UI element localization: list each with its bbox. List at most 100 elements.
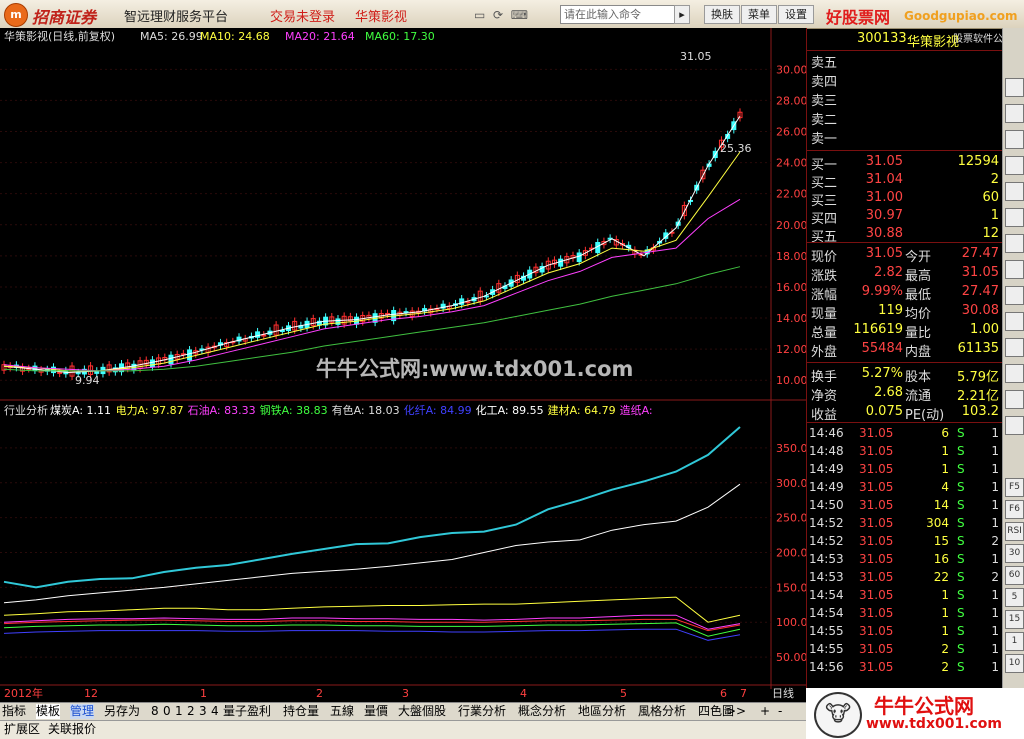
toolbar-icon[interactable] (1005, 208, 1024, 227)
tick-side: S (957, 534, 965, 548)
refresh-icon[interactable]: ⟳ (493, 8, 503, 22)
toolbar-icon[interactable] (1005, 104, 1024, 123)
toolbar-icon[interactable] (1005, 130, 1024, 149)
tick-time: 14:48 (809, 444, 844, 458)
stat-label: 最高 (905, 269, 932, 284)
brand-logo: 好股票网 (826, 8, 891, 27)
buy-row: 买四 30.97 1 (807, 208, 1003, 227)
bottom-tab[interactable]: 風格分析 (638, 704, 686, 719)
toolbar-button[interactable]: 15 (1005, 610, 1024, 629)
toolbar-button[interactable]: 60 (1005, 566, 1024, 585)
tick-side: S (957, 498, 965, 512)
bottom-tab[interactable]: 概念分析 (518, 704, 566, 719)
bottom-tab[interactable]: 持仓量 (283, 704, 319, 719)
bottom-tab[interactable]: 模板 (36, 704, 61, 719)
stat-value: 1.00 (970, 322, 999, 337)
toolbar-button[interactable]: 10 (1005, 654, 1024, 673)
stat-label: PE(动) (905, 408, 945, 423)
toolbar-icon[interactable] (1005, 260, 1024, 279)
stat-label: 最低 (905, 288, 932, 303)
bottom-tab[interactable]: 地區分析 (578, 704, 626, 719)
zoom-out-button[interactable]: - (778, 704, 782, 719)
buy-row: 买二 31.04 2 (807, 172, 1003, 191)
tab-related-quote[interactable]: 关联报价 (48, 722, 96, 737)
tick-count: 1 (991, 588, 999, 602)
industry-legend-item: 有色A: 18.03 (332, 403, 400, 417)
stat-label: 涨幅 (811, 288, 838, 303)
tick-side: S (957, 606, 965, 620)
sell-label: 卖二 (811, 113, 838, 128)
login-status-link[interactable]: 交易未登录 (270, 6, 335, 25)
tick-price: 31.05 (859, 444, 894, 458)
watermark-text: 牛牛公式网:www.tdx001.com (316, 357, 633, 381)
bottom-tab[interactable]: 4 (211, 704, 219, 719)
keyboard-icon[interactable]: ⌨ (511, 8, 528, 22)
toolbar-icon[interactable] (1005, 416, 1024, 435)
command-input[interactable]: 请在此输入命令 (560, 5, 677, 24)
window-controls: ▭ ⟳ ⌨ (474, 8, 528, 22)
bottom-tab[interactable]: 量價 (364, 704, 388, 719)
industry-y-tick: 350.00 (776, 442, 806, 455)
tick-side: S (957, 588, 965, 602)
buy-volume: 60 (982, 190, 999, 205)
tick-time: 14:52 (809, 534, 844, 548)
tabs-more-button[interactable]: >> (726, 704, 746, 719)
toolbar-icon[interactable] (1005, 156, 1024, 175)
toolbar-button[interactable]: F6 (1005, 500, 1024, 519)
chart-area[interactable]: 30.00 28.00 26.00 24.00 22.00 20.00 18.00 16.00… (0, 28, 815, 700)
toolbar-icon[interactable] (1005, 234, 1024, 253)
stat-value: 9.99% (861, 284, 903, 299)
ad-banner[interactable]: 🐮 牛牛公式网 www.tdx001.com (806, 688, 1024, 739)
tick-row: 14:56 31.05 2 S 1 (807, 660, 1003, 678)
toolbar-icon[interactable] (1005, 286, 1024, 305)
kline-y-tick: 10.00 (776, 374, 806, 387)
toolbar-icon[interactable] (1005, 182, 1024, 201)
tick-time: 14:53 (809, 570, 844, 584)
bottom-tab[interactable]: 3 (199, 704, 207, 719)
cow-mascot-icon: 🐮 (814, 692, 862, 738)
stock-title: 华策影视 (355, 10, 408, 25)
bottom-tab[interactable]: 大盤個股 (398, 704, 446, 719)
bottom-tab[interactable]: 量子盈利 (223, 704, 271, 719)
bottom-tab[interactable]: 指标 (2, 704, 26, 719)
toolbar-button[interactable]: 5 (1005, 588, 1024, 607)
toolbar-icon[interactable] (1005, 338, 1024, 357)
tick-side: S (957, 642, 965, 656)
toolbar-button[interactable]: 30 (1005, 544, 1024, 563)
toolbar-icon[interactable] (1005, 312, 1024, 331)
toolbar-button[interactable]: 1 (1005, 632, 1024, 651)
bottom-tab[interactable]: 1 (175, 704, 183, 719)
toolbar-button[interactable]: RSI (1005, 522, 1024, 541)
toolbar-icon[interactable] (1005, 390, 1024, 409)
ma10-label: MA10: 24.68 (200, 30, 270, 43)
bottom-tab[interactable]: 五線 (330, 704, 354, 719)
search-go-icon[interactable]: ▸ (674, 5, 690, 24)
toolbar-icon[interactable] (1005, 78, 1024, 97)
buy-label: 买一 (811, 158, 838, 173)
industry-y-tick: 150.00 (776, 581, 806, 594)
menu-button[interactable]: 菜单 (741, 5, 777, 24)
ma5-label: MA5: 26.99 (140, 30, 203, 43)
tick-time: 14:56 (809, 660, 844, 674)
tick-time: 14:50 (809, 498, 844, 512)
bottom-tab[interactable]: 2 (187, 704, 195, 719)
bottom-tab[interactable]: 8 (151, 704, 159, 719)
tick-row: 14:49 31.05 4 S 1 (807, 480, 1003, 498)
tick-price: 31.05 (859, 660, 894, 674)
settings-button[interactable]: 设置 (778, 5, 814, 24)
bottom-tab[interactable]: 0 (163, 704, 171, 719)
tick-row: 14:54 31.05 1 S 1 (807, 606, 1003, 624)
sell-row: 卖五 (807, 52, 1003, 71)
bottom-tab[interactable]: 行業分析 (458, 704, 506, 719)
bottom-tab[interactable]: 另存为 (104, 704, 140, 719)
toolbar-button[interactable]: F5 (1005, 478, 1024, 497)
buy-row: 买一 31.05 12594 (807, 154, 1003, 173)
tab-extension[interactable]: 扩展区 (4, 722, 40, 737)
stat-value: 27.47 (961, 246, 999, 261)
zoom-in-button[interactable]: + (760, 704, 770, 719)
switch-skin-button[interactable]: 换肤 (704, 5, 740, 24)
tick-time: 14:46 (809, 426, 844, 440)
restore-icon[interactable]: ▭ (474, 8, 485, 22)
toolbar-icon[interactable] (1005, 364, 1024, 383)
bottom-tab[interactable]: 管理 (70, 704, 95, 719)
